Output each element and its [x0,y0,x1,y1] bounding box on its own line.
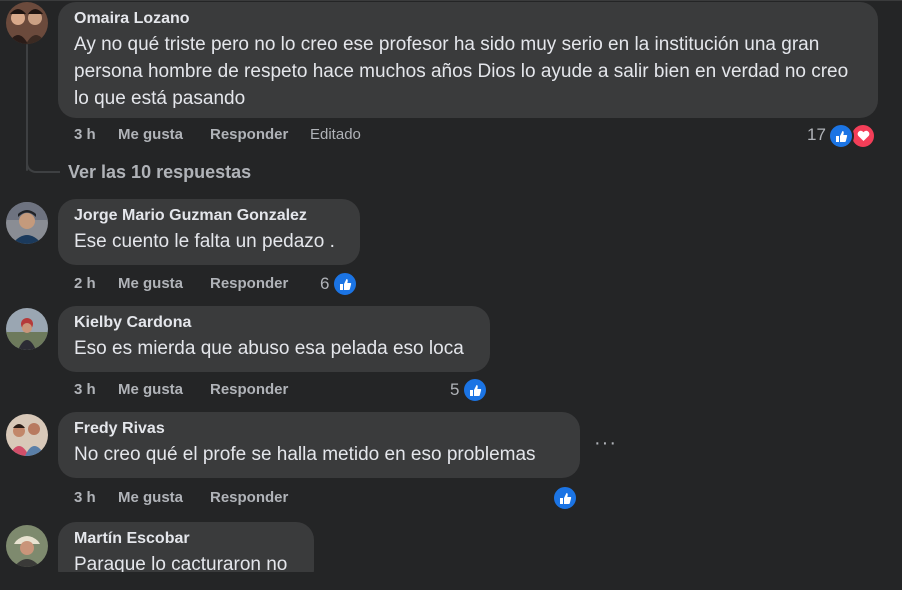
like-icon [462,377,488,403]
like-button[interactable]: Me gusta [118,488,183,508]
reaction-count[interactable]: 17 [807,125,826,145]
like-button[interactable]: Me gusta [118,125,183,145]
comment-text: No creo qué el profe se halla metido en … [74,444,536,465]
comment-author[interactable]: Martín Escobar [74,529,298,549]
like-icon[interactable] [552,485,578,511]
like-button[interactable]: Me gusta [118,274,183,294]
comment-text: Eso es mierda que abuso esa pelada eso l… [74,338,464,359]
comment-author[interactable]: Jorge Mario Guzman Gonzalez [74,206,344,226]
thread-connector [26,162,60,173]
like-icon [332,271,358,297]
comment-time[interactable]: 2 h [74,274,96,294]
avatar[interactable] [6,525,48,567]
comment-text: Ay no qué triste pero no lo creo ese pro… [74,34,849,109]
reply-button[interactable]: Responder [210,125,288,145]
top-divider [0,0,902,1]
like-button[interactable]: Me gusta [118,380,183,400]
reply-button[interactable]: Responder [210,380,288,400]
reply-button[interactable]: Responder [210,488,288,508]
viewport-edge [0,572,902,590]
thread-line [26,44,28,171]
comment-time[interactable]: 3 h [74,125,96,145]
reaction-count[interactable]: 6 [320,274,329,294]
comment-author[interactable]: Omaira Lozano [74,9,862,29]
more-options-button[interactable]: ··· [594,433,617,453]
comment-text: Ese cuento le falta un pedazo . [74,231,335,252]
comment-bubble: Fredy Rivas No creo qué el profe se hall… [58,412,580,478]
view-replies-link[interactable]: Ver las 10 respuestas [68,161,251,183]
comment-author[interactable]: Fredy Rivas [74,419,564,439]
reaction-count[interactable]: 5 [450,380,459,400]
comment-time[interactable]: 3 h [74,380,96,400]
edited-label: Editado [310,126,361,143]
comment-bubble: Kielby Cardona Eso es mierda que abuso e… [58,306,490,372]
avatar[interactable] [6,414,48,456]
comment-time[interactable]: 3 h [74,488,96,508]
comment-author[interactable]: Kielby Cardona [74,313,474,333]
comment-bubble: Jorge Mario Guzman Gonzalez Ese cuento l… [58,199,360,265]
reply-button[interactable]: Responder [210,274,288,294]
like-icon [828,123,854,149]
comment-bubble: Omaira Lozano Ay no qué triste pero no l… [58,2,878,118]
avatar[interactable] [6,202,48,244]
avatar[interactable] [6,308,48,350]
avatar[interactable] [6,2,48,44]
